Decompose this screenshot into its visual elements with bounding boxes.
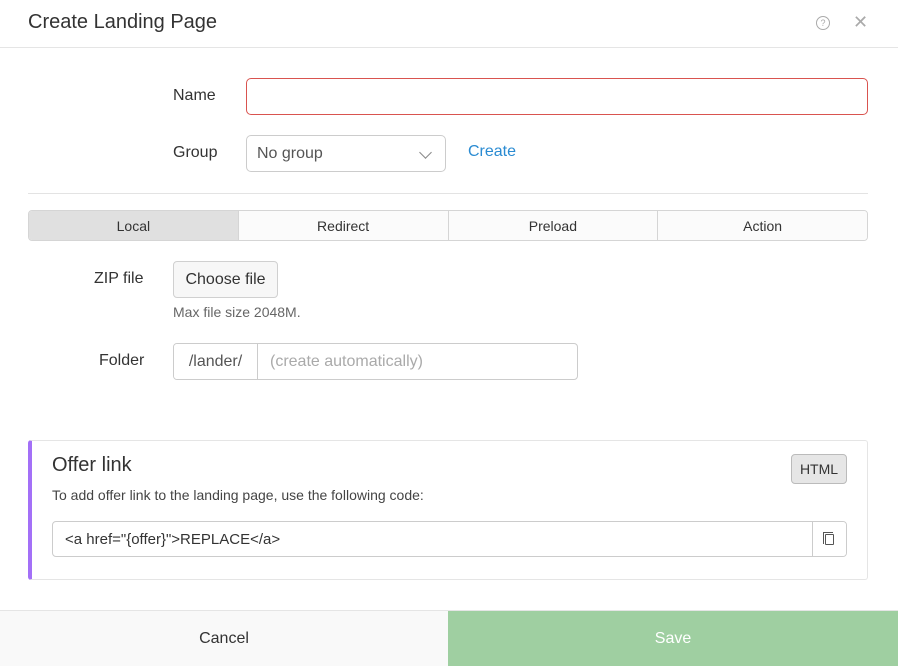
name-input[interactable]	[246, 78, 868, 115]
group-label: Group	[173, 144, 218, 161]
name-label: Name	[173, 87, 216, 104]
folder-prefix: /lander/	[174, 344, 258, 379]
copy-icon	[823, 531, 834, 545]
tab-preload[interactable]: Preload	[447, 211, 658, 240]
save-button[interactable]: Save	[448, 611, 898, 666]
choose-file-button[interactable]: Choose file	[173, 261, 278, 298]
offer-code-group: <a href="{offer}">REPLACE</a>	[52, 521, 847, 557]
question-circle-icon[interactable]: ?	[816, 16, 830, 30]
folder-label: Folder	[99, 352, 145, 369]
zip-file-label: ZIP file	[94, 270, 144, 287]
create-landing-page-dialog: Create Landing Page ? ✕ Name Group No gr…	[0, 0, 898, 666]
tab-local[interactable]: Local	[29, 211, 238, 240]
close-icon[interactable]: ✕	[853, 12, 868, 32]
dialog-header: Create Landing Page ? ✕	[0, 0, 898, 48]
offer-link-description: To add offer link to the landing page, u…	[52, 487, 424, 503]
group-select[interactable]: No group	[246, 135, 446, 172]
source-tabs: Local Redirect Preload Action	[28, 210, 868, 241]
copy-button[interactable]	[812, 522, 846, 556]
dialog-footer: Cancel Save	[0, 610, 898, 666]
create-group-link[interactable]: Create	[468, 143, 516, 161]
group-selected-value: No group	[257, 145, 323, 162]
offer-link-title: Offer link	[52, 454, 132, 476]
section-divider	[28, 193, 868, 194]
cancel-button[interactable]: Cancel	[0, 611, 448, 666]
offer-link-panel: Offer link To add offer link to the land…	[28, 440, 868, 580]
tab-action[interactable]: Action	[657, 211, 867, 240]
dialog-title: Create Landing Page	[28, 11, 218, 33]
offer-code-input[interactable]: <a href="{offer}">REPLACE</a>	[53, 522, 812, 556]
html-button[interactable]: HTML	[791, 454, 847, 484]
folder-input[interactable]: (create automatically)	[258, 344, 577, 379]
tab-redirect[interactable]: Redirect	[237, 211, 448, 240]
max-file-size-hint: Max file size 2048M.	[173, 304, 301, 320]
chevron-down-icon	[419, 146, 432, 159]
folder-input-group: /lander/ (create automatically)	[173, 343, 578, 380]
